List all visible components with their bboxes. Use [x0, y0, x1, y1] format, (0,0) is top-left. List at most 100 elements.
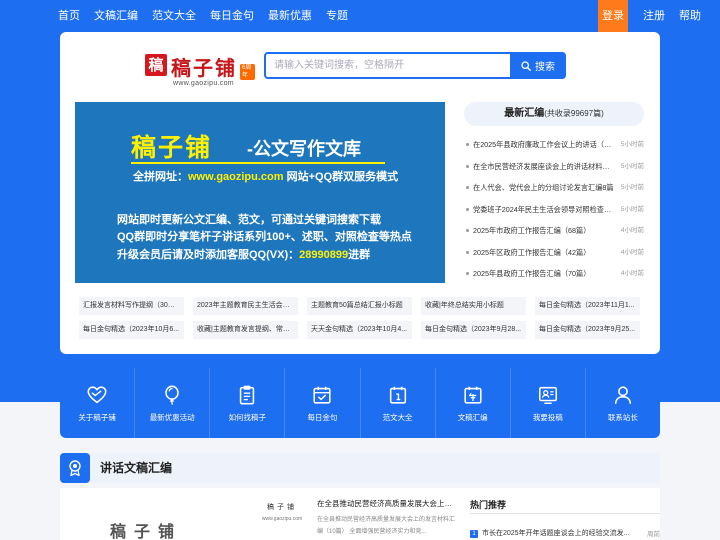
thumbnail-url: www.gaozipu.com: [261, 516, 303, 522]
quick-link-compilations[interactable]: 文稿汇编: [436, 368, 511, 438]
latest-header: 最新汇编(共收录99697篇): [464, 102, 644, 126]
list-item[interactable]: 2025年市政府工作报告汇编（68篇） 4小时前: [464, 220, 644, 242]
article-thumbnail[interactable]: 稿子铺: [110, 518, 182, 540]
article-thumbnail-small[interactable]: 稿子铺 www.gaozipu.com: [258, 502, 306, 536]
nav-templates[interactable]: 范文大全: [152, 0, 196, 32]
submit-icon: [538, 386, 557, 404]
quick-link-label: 每日金句: [307, 412, 338, 422]
year-calendar-icon: [464, 386, 482, 404]
divider: [470, 513, 660, 514]
hot-item[interactable]: 1 市长在2025年开年话题座谈会上的经验交流发... 周前: [470, 528, 660, 538]
tag-link[interactable]: 每日金句精选（2023年9月25...: [535, 321, 640, 339]
main-card: 稿 稿子铺 6周年 www.gaozipu.com 搜索 稿子铺 -公文写作文库…: [60, 32, 660, 354]
quick-link-label: 范文大全: [382, 412, 413, 422]
award-icon: [60, 453, 90, 483]
latest-list: 在2025年县政府廉政工作会议上的讲话（2篇） 5小时前 在全市民营经济发展座谈会…: [464, 134, 644, 285]
banner-line-3: 升级会员后请及时添加客服QQ(VX)：28990899进群: [117, 246, 370, 262]
logo-text: 稿子铺: [171, 56, 237, 80]
quick-link-offers[interactable]: 最新优惠活动: [135, 368, 211, 438]
quick-link-label: 联系站长: [607, 412, 638, 422]
nav-compilations[interactable]: 文稿汇编: [94, 0, 138, 32]
banner-url: www.gaozipu.com: [188, 171, 284, 183]
list-item[interactable]: 2025年区政府工作报告汇编（42篇） 4小时前: [464, 242, 644, 264]
quick-links-bar: 关于稿子铺 最新优惠活动 如何找稿子 每日金句 范文大全 文稿汇编 我要投稿 联…: [60, 368, 660, 438]
latest-compilations: 最新汇编(共收录99697篇) 在2025年县政府廉政工作会议上的讲话（2篇） 5…: [464, 102, 644, 285]
register-button[interactable]: 注册: [636, 0, 672, 32]
quick-link-label: 文稿汇编: [457, 412, 488, 422]
list-item[interactable]: 在全市民营经济发展座谈会上的讲话材料汇编（3篇）5小时前: [464, 156, 644, 178]
logo-badge: 稿: [145, 54, 167, 76]
banner-divider: [131, 162, 385, 164]
section-title: 讲话文稿汇编: [100, 461, 173, 475]
main-nav: 首页 文稿汇编 范文大全 每日金句 最新优惠 专题: [58, 0, 362, 32]
search-input[interactable]: [274, 54, 509, 77]
quick-link-label: 关于稿子铺: [78, 412, 116, 422]
list-item[interactable]: 2025年县政府工作报告汇编（70篇） 4小时前: [464, 263, 644, 285]
tag-link[interactable]: 天天金句精选（2023年10月4...: [307, 321, 412, 339]
tag-link[interactable]: 收藏|主题教育发言提纲、常用...: [193, 321, 298, 339]
search-button-label: 搜索: [535, 62, 555, 73]
search-box: 搜索: [264, 52, 566, 79]
tag-link[interactable]: 收藏|年终总结实用小标题: [421, 297, 526, 315]
banner-url-suffix: 网站+QQ群双服务模式: [283, 171, 399, 183]
help-link[interactable]: 帮助: [672, 0, 708, 32]
banner-line-3-suffix: 进群: [348, 249, 371, 261]
hot-recommend-title: 热门推荐: [470, 500, 507, 510]
section-header: 讲话文稿汇编: [60, 453, 660, 483]
promo-banner[interactable]: 稿子铺 -公文写作文库 全拼网址：www.gaozipu.com 网站+QQ群双…: [75, 102, 445, 283]
quick-link-about[interactable]: 关于稿子铺: [60, 368, 136, 438]
nav-topics[interactable]: 专题: [326, 0, 348, 32]
banner-subtitle: -公文写作文库: [247, 139, 361, 159]
quick-link-daily-quotes[interactable]: 每日金句: [285, 368, 361, 438]
search-button[interactable]: 搜索: [510, 52, 566, 79]
banner-qq: 28990899: [299, 249, 349, 261]
nav-offers[interactable]: 最新优惠: [268, 0, 312, 32]
heart-icon: [87, 385, 107, 403]
login-button[interactable]: 登录: [598, 0, 628, 32]
quick-link-label: 我要投稿: [532, 412, 563, 422]
latest-title: 最新汇编: [504, 108, 545, 119]
quick-link-label: 最新优惠活动: [149, 412, 195, 422]
quick-link-submit[interactable]: 我要投稿: [511, 368, 586, 438]
user-icon: [614, 385, 632, 404]
anniversary-badge: 6周年: [240, 64, 255, 80]
banner-line-2: QQ群即时分享笔杆子讲话系列100+、述职、对照检查等热点: [117, 231, 412, 243]
tag-link[interactable]: 2023年主题教育民主生活会、...: [193, 297, 298, 315]
article-title[interactable]: 在全县推动民营经济高质量发展大会上的...: [317, 498, 457, 509]
list-item[interactable]: 党委班子2024年民主生活会领导对照检查材料汇编（4篇）5小时前: [464, 199, 644, 221]
banner-url-line: 全拼网址：www.gaozipu.com 网站+QQ群双服务模式: [133, 168, 398, 184]
tag-link[interactable]: 主题教育50篇总结汇报小标题: [307, 297, 412, 315]
quick-link-templates[interactable]: 范文大全: [361, 368, 436, 438]
article-description: 在全县推动民营经济高质量发展大会上的发言材料汇编（10篇） 全面增强民营经济实力…: [317, 517, 456, 535]
nav-daily-quotes[interactable]: 每日金句: [210, 0, 254, 32]
quick-link-howto[interactable]: 如何找稿子: [210, 368, 286, 438]
hot-item-title: 市长在2025年开年话题座谈会上的经验交流发...: [482, 530, 630, 537]
banner-line-3-prefix: 升级会员后请及时添加客服QQ(VX)：: [117, 249, 300, 261]
tag-link[interactable]: 每日金句精选（2023年10月6...: [79, 321, 184, 339]
balloon-icon: [165, 385, 179, 405]
hot-item-time: 周前: [647, 531, 660, 538]
thumbnail-brand: 稿子铺: [267, 504, 297, 511]
tag-link[interactable]: 每日金句精选（2023年11月1...: [535, 297, 640, 315]
banner-url-prefix: 全拼网址：: [133, 171, 188, 183]
site-logo[interactable]: 稿 稿子铺 6周年 www.gaozipu.com: [145, 52, 255, 92]
speech-section-content: 稿子铺 稿子铺 www.gaozipu.com 在全县推动民营经济高质量发展大会…: [60, 488, 660, 540]
banner-line-1: 网站即时更新公文汇编、范文，可通过关键词搜索下载: [117, 214, 381, 226]
quick-link-contact[interactable]: 联系站长: [586, 368, 660, 438]
nav-home[interactable]: 首页: [58, 0, 80, 32]
quick-link-label: 如何找稿子: [228, 412, 267, 422]
search-icon: [521, 60, 531, 71]
rank-badge: 1: [470, 530, 478, 538]
calendar-check-icon: [313, 386, 332, 404]
logo-url: www.gaozipu.com: [173, 80, 234, 87]
tag-link[interactable]: 每日金句精选（2023年9月28...: [421, 321, 526, 339]
calendar-icon: [389, 386, 406, 404]
tag-link[interactable]: 汇报发言材料写作提纲（30组）: [79, 297, 184, 315]
list-item[interactable]: 在2025年县政府廉政工作会议上的讲话（2篇） 5小时前: [464, 134, 644, 156]
banner-title: 稿子铺: [131, 133, 213, 162]
account-nav: 登录 注册 帮助: [598, 0, 720, 32]
clipboard-icon: [240, 385, 255, 404]
tag-grid: 汇报发言材料写作提纲（30组） 2023年主题教育民主生活会、... 主题教育5…: [79, 297, 649, 339]
latest-count: (共收录99697篇): [544, 109, 604, 118]
list-item[interactable]: 在人代会、党代会上的分组讨论发言汇编8篇 5小时前: [464, 177, 644, 199]
